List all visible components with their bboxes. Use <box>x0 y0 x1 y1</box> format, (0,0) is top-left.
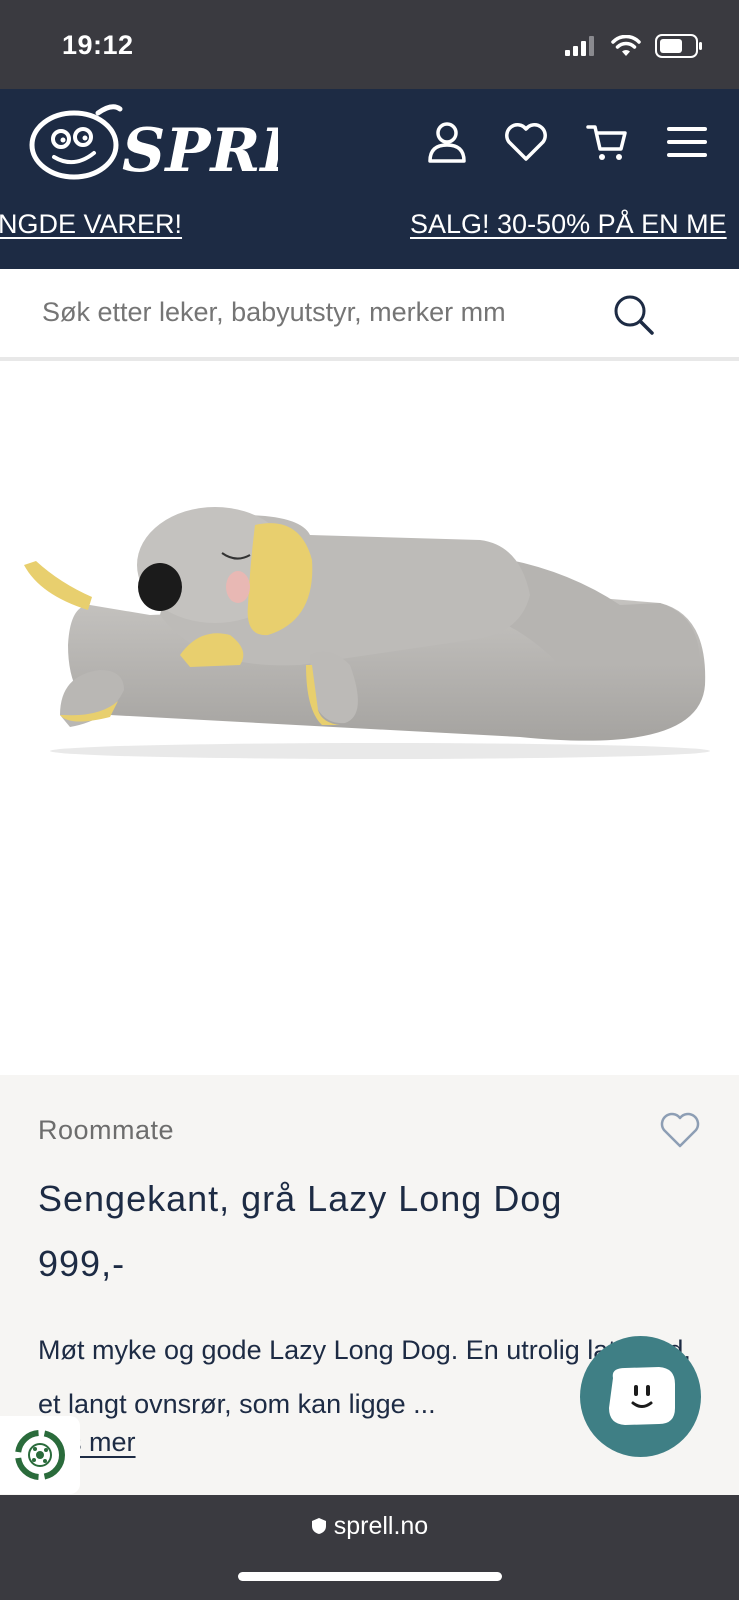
eco-badge[interactable] <box>0 1416 80 1494</box>
product-brand[interactable]: Roommate <box>38 1115 174 1146</box>
signal-icon <box>565 36 594 56</box>
home-indicator[interactable] <box>238 1572 502 1581</box>
wishlist-icon[interactable] <box>503 119 549 165</box>
wifi-icon <box>611 35 641 56</box>
promo-link-2[interactable]: SALG! 30-50% PÅ EN ME <box>410 209 727 240</box>
chat-button[interactable] <box>580 1336 701 1457</box>
cart-icon[interactable] <box>584 119 630 165</box>
menu-icon[interactable] <box>664 119 710 165</box>
url-text-row: sprell.no <box>0 1512 739 1541</box>
recycle-icon <box>15 1430 65 1480</box>
browser-url-bar[interactable]: sprell.no <box>0 1495 739 1600</box>
chat-face-icon <box>608 1366 675 1425</box>
promo-ticker: NGDE VARER! SALG! 30-50% PÅ EN ME <box>0 209 739 249</box>
status-bar: 19:12 <box>0 0 739 89</box>
favorite-heart-icon[interactable] <box>660 1112 700 1150</box>
search-icon[interactable] <box>612 293 656 337</box>
product-image[interactable] <box>0 365 739 1075</box>
url-text: sprell.no <box>333 1512 429 1540</box>
status-icons <box>565 34 703 58</box>
site-header: SPRELL NGDE VARER! SALG! 30-50% PÅ EN ME <box>0 89 739 269</box>
search-input[interactable] <box>42 297 602 328</box>
status-time: 19:12 <box>62 30 134 60</box>
logo-text: SPRELL <box>122 116 278 186</box>
account-icon[interactable] <box>424 119 470 165</box>
secure-shield-icon <box>311 1518 326 1534</box>
battery-icon <box>655 34 702 58</box>
product-title: Sengekant, grå Lazy Long Dog <box>38 1178 563 1219</box>
search-bar <box>0 269 739 361</box>
product-price: 999,- <box>38 1243 126 1284</box>
promo-link-1[interactable]: NGDE VARER! <box>0 209 182 240</box>
sprell-logo[interactable]: SPRELL <box>28 101 390 189</box>
